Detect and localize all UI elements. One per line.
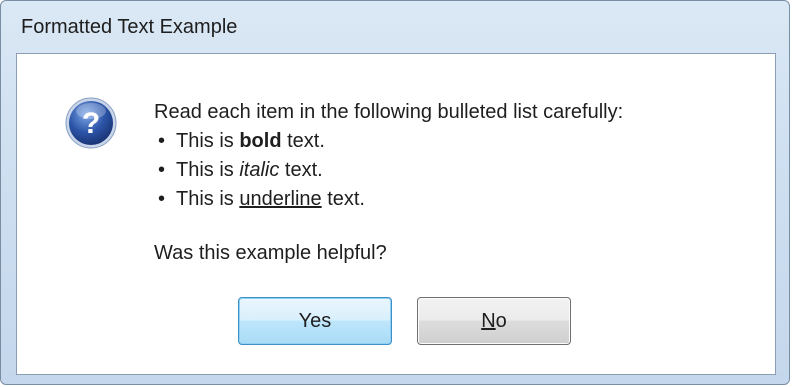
yes-button-label: Yes [298,309,332,332]
dialog-body: ? Read each item in the following bullet… [16,53,776,375]
no-button[interactable]: No [417,297,571,345]
yes-button[interactable]: Yes [238,297,392,345]
list-item: • This is italic text. [154,156,623,185]
bullet-icon: • [158,188,166,210]
item-prefix: This is [176,188,240,210]
item-suffix: text. [279,159,323,181]
dialog-window: Formatted Text Example ? Read each item … [0,0,790,385]
list-item: • This is underline text. [154,185,623,214]
window-title: Formatted Text Example [21,16,238,38]
no-button-mnemonic: N [481,309,496,332]
list-item: • This is bold text. [154,127,623,156]
bulleted-list: • This is bold text. • This is italic te… [154,127,623,214]
item-suffix: text. [281,130,325,152]
question-text: Was this example helpful? [154,242,387,264]
bullet-icon: • [158,130,166,152]
item-prefix: This is [176,159,240,181]
message-content: Read each item in the following bulleted… [154,98,623,214]
bullet-icon: • [158,159,166,181]
intro-text: Read each item in the following bulleted… [154,101,624,123]
item-prefix: This is [176,130,240,152]
italic-word: italic [239,159,280,181]
question-icon: ? [65,97,117,149]
underline-word: underline [239,188,322,210]
no-button-label-rest: o [495,309,507,332]
svg-text:?: ? [82,107,100,140]
item-suffix: text. [321,188,365,210]
bold-word: bold [239,130,282,152]
